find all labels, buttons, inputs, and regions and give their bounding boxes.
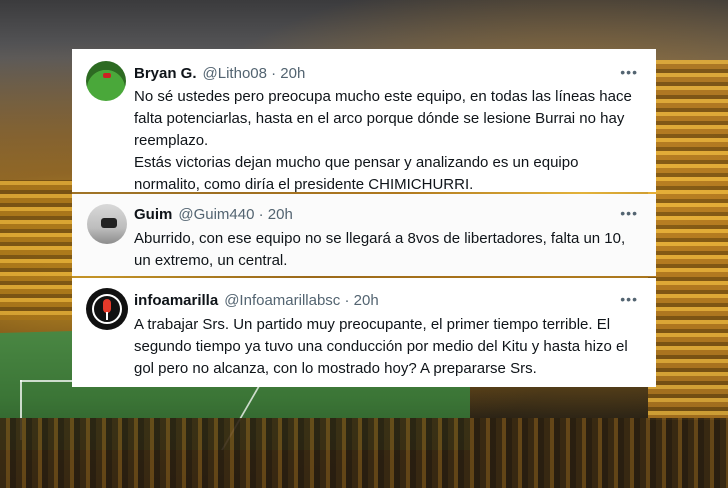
tweet-text-line: Aburrido, con ese equipo no se llegará a…: [134, 230, 626, 269]
crowd-right: [648, 60, 728, 420]
author-meta: @Guim440 · 20h: [178, 206, 293, 223]
tweet-text: A trabajar Srs. Un partido muy preocupan…: [134, 314, 638, 380]
author-name[interactable]: Guim: [134, 206, 172, 223]
tweet-text-line: Estás victorias dejan mucho que pensar y…: [134, 154, 579, 193]
tweet-text-line: No sé ustedes pero preocupa mucho este e…: [134, 88, 632, 149]
avatar[interactable]: [86, 61, 126, 101]
tweet-text: Aburrido, con ese equipo no se llegará a…: [134, 228, 638, 272]
more-options-icon[interactable]: •••: [620, 65, 638, 79]
author-meta: @Infoamarillabsc · 20h: [224, 292, 379, 309]
tweet-card[interactable]: Guim @Guim440 · 20h ••• Aburrido, con ese…: [72, 194, 656, 276]
more-options-icon[interactable]: •••: [620, 292, 638, 306]
author-meta: @Litho08 · 20h: [202, 65, 306, 82]
avatar[interactable]: [87, 204, 127, 244]
crowd-left: [0, 180, 72, 320]
tweet-header: Bryan G. @Litho08 · 20h: [134, 65, 305, 82]
tweet-text-line: A trabajar Srs. Un partido muy preocupan…: [134, 316, 628, 377]
tweet-text: No sé ustedes pero preocupa mucho este e…: [134, 86, 638, 196]
tweet-header: Guim @Guim440 · 20h: [134, 206, 293, 223]
tweet-header: infoamarilla @Infoamarillabsc · 20h: [134, 292, 379, 309]
tweet-card[interactable]: Bryan G. @Litho08 · 20h ••• No sé ustedes…: [72, 49, 656, 193]
author-name[interactable]: Bryan G.: [134, 65, 197, 82]
more-options-icon[interactable]: •••: [620, 206, 638, 220]
tweet-card[interactable]: infoamarilla @Infoamarillabsc · 20h ••• A…: [72, 278, 656, 387]
author-name[interactable]: infoamarilla: [134, 292, 218, 309]
avatar[interactable]: [86, 288, 128, 330]
crowd-bottom: [0, 418, 728, 488]
